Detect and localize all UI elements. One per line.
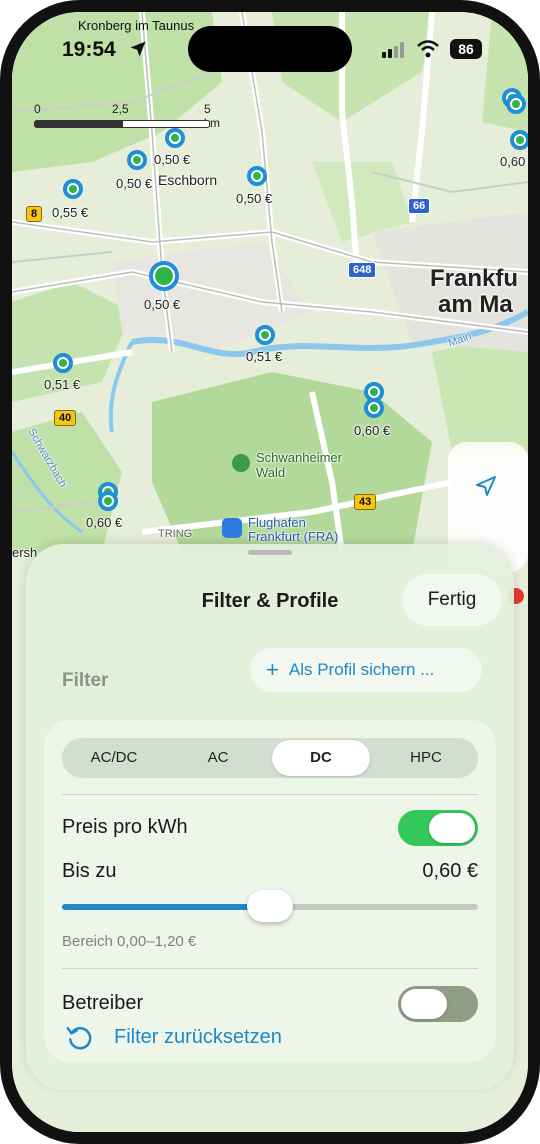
segment-ac-dc[interactable]: AC/DC bbox=[62, 738, 166, 778]
save-profile-label: Als Profil sichern ... bbox=[288, 660, 435, 679]
price-label: 0,50 € bbox=[236, 191, 273, 206]
cellular-signal-icon bbox=[382, 42, 404, 58]
charger-pin[interactable] bbox=[364, 398, 384, 418]
map-label-airport: Flughafen Frankfurt (FRA) bbox=[222, 516, 338, 544]
segment-ac[interactable]: AC bbox=[166, 738, 270, 778]
road-shield-648: 648 bbox=[348, 262, 377, 278]
charger-pin[interactable] bbox=[247, 166, 267, 186]
price-per-kwh-label: Preis pro kWh bbox=[62, 816, 188, 838]
map-label-schwanheimer-wald: Schwanheimer Wald bbox=[232, 450, 342, 480]
scale-tick-0: 0 bbox=[34, 102, 41, 116]
location-services-icon bbox=[130, 41, 146, 57]
status-bar: 19:54 86 bbox=[12, 12, 528, 82]
road-shield-40: 40 bbox=[54, 410, 77, 426]
range-note: Bereich 0,00–1,20 € bbox=[62, 933, 197, 950]
operator-label: Betreiber bbox=[62, 992, 144, 1014]
upto-value: 0,60 € bbox=[422, 860, 478, 882]
price-per-kwh-toggle[interactable] bbox=[398, 810, 478, 846]
divider bbox=[62, 968, 478, 969]
filter-sheet: Filter & Profile Fertig Filter + Als Prof… bbox=[26, 544, 514, 1090]
charger-pin[interactable] bbox=[63, 179, 83, 199]
charger-pin[interactable] bbox=[98, 491, 118, 511]
charger-pin-selected[interactable] bbox=[149, 261, 179, 291]
slider-fill bbox=[62, 904, 270, 910]
segment-dc[interactable]: DC bbox=[272, 740, 370, 776]
upto-label: Bis zu bbox=[62, 860, 117, 882]
price-label: 0,51 € bbox=[246, 349, 283, 364]
price-label: 0,60 € bbox=[86, 515, 123, 530]
filter-card: AC/DC AC DC HPC Preis pro kWh Bis zu 0,6… bbox=[44, 720, 496, 1062]
reset-arrow-icon bbox=[66, 1026, 92, 1050]
airport-icon bbox=[222, 518, 242, 538]
map-label-ring: TRING bbox=[158, 528, 193, 540]
battery-indicator: 86 bbox=[450, 39, 482, 59]
dynamic-island bbox=[188, 26, 352, 72]
charging-type-segmented-control: AC/DC AC DC HPC bbox=[62, 738, 478, 778]
price-label: 0,60 € bbox=[354, 423, 391, 438]
operator-toggle[interactable] bbox=[398, 986, 478, 1022]
charger-pin[interactable] bbox=[127, 150, 147, 170]
sheet-grabber[interactable] bbox=[248, 550, 292, 555]
price-label: 0,50 € bbox=[154, 152, 191, 167]
done-button[interactable]: Fertig bbox=[402, 574, 502, 626]
save-profile-button[interactable]: + Als Profil sichern ... bbox=[250, 648, 482, 692]
charger-pin[interactable] bbox=[506, 94, 526, 114]
scale-tick-1: 2,5 bbox=[112, 102, 129, 116]
charger-pin[interactable] bbox=[165, 128, 185, 148]
price-slider[interactable] bbox=[62, 890, 478, 922]
road-shield-43: 43 bbox=[354, 494, 377, 510]
wifi-icon bbox=[417, 40, 439, 58]
road-shield-66: 66 bbox=[408, 198, 431, 214]
charger-pin[interactable] bbox=[255, 325, 275, 345]
map-label-city: Frankfu am Ma bbox=[430, 265, 519, 318]
reset-filter-label: Filter zurücksetzen bbox=[114, 1026, 282, 1048]
filter-section-label: Filter bbox=[62, 670, 109, 691]
phone-frame: Kronberg im Taunus 0 2,5 5 km 8 66 648 4… bbox=[0, 0, 540, 1144]
price-label: 0,51 € bbox=[44, 377, 81, 392]
location-arrow-icon[interactable] bbox=[474, 474, 498, 498]
charger-pin[interactable] bbox=[510, 130, 528, 150]
charger-pin[interactable] bbox=[53, 353, 73, 373]
park-icon bbox=[232, 454, 250, 472]
map-label-eschborn: Eschborn bbox=[158, 172, 218, 188]
price-label: 0,55 € bbox=[52, 205, 89, 220]
price-label: 0,50 € bbox=[144, 297, 181, 312]
slider-thumb[interactable] bbox=[247, 890, 293, 922]
road-shield-8: 8 bbox=[26, 206, 43, 222]
price-label: 0,50 € bbox=[116, 176, 153, 191]
divider bbox=[62, 794, 478, 795]
plus-icon: + bbox=[266, 657, 279, 682]
price-label: 0,60 bbox=[500, 154, 526, 169]
scale-bar bbox=[34, 120, 210, 128]
segment-hpc[interactable]: HPC bbox=[374, 738, 478, 778]
screen: Kronberg im Taunus 0 2,5 5 km 8 66 648 4… bbox=[12, 12, 528, 1132]
status-time: 19:54 bbox=[62, 38, 116, 61]
